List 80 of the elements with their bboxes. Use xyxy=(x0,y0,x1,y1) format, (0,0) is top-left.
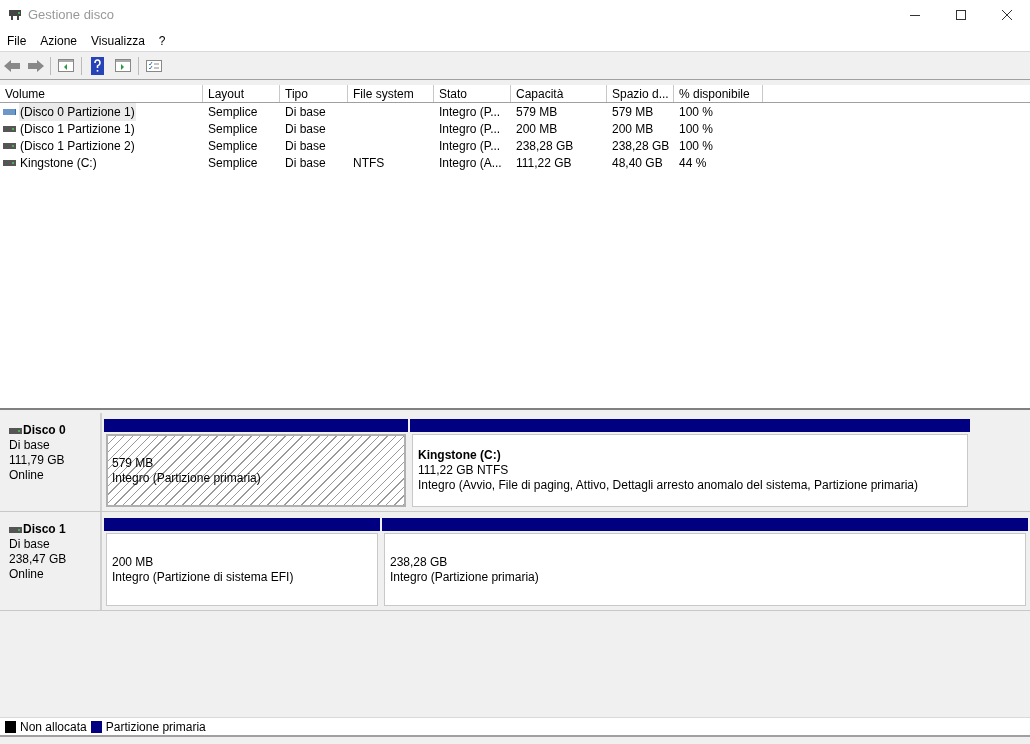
table-cell-text: 238,28 GB xyxy=(612,137,670,155)
partition-block[interactable]: 200 MB Integro (Partizione di sistema EFI) xyxy=(104,518,380,608)
partition-block[interactable]: Kingstone (C:) 111,22 GB NTFS Integro (Avvio, File di paging, Attivo, Dettagli arresto anomalo del sistema, Partizione primaria) xyxy=(410,419,970,509)
table-cell-text: Di base xyxy=(285,103,326,121)
disk-name: Disco 1 xyxy=(23,522,66,537)
column-header[interactable]: Tipo xyxy=(280,85,348,102)
checklist-icon xyxy=(146,59,162,72)
drive-icon xyxy=(3,107,16,116)
column-header[interactable]: % disponibile xyxy=(674,85,763,102)
partition-info: Integro (Partizione di sistema EFI) xyxy=(112,569,294,585)
table-cell-text: 200 MB xyxy=(516,120,558,138)
table-cell-text: Integro (P... xyxy=(439,103,501,121)
disk-status: Online xyxy=(9,468,45,483)
drive-icon xyxy=(3,141,16,150)
disk-status: Online xyxy=(9,567,45,582)
help-icon xyxy=(90,56,104,75)
partition-info: 200 MB xyxy=(112,554,154,570)
partition-info: 579 MB xyxy=(112,455,154,471)
table-cell-text: 200 MB xyxy=(612,120,654,138)
volume-name[interactable]: Kingstone (C:) xyxy=(19,153,98,172)
table-cell-text: Semplice xyxy=(208,103,258,121)
disk-management-icon xyxy=(8,8,22,22)
panel-icon xyxy=(58,59,74,72)
column-header[interactable]: Spazio d... xyxy=(607,85,674,102)
disk-type: Di base xyxy=(9,537,51,552)
partition-block[interactable]: 579 MB Integro (Partizione primaria) xyxy=(104,419,408,509)
table-cell-text: 579 MB xyxy=(516,103,558,121)
table-cell-text: Integro (P... xyxy=(439,120,501,138)
table-cell-text: 111,22 GB xyxy=(516,154,572,172)
column-header[interactable]: Volume xyxy=(0,85,203,102)
partition-title: Kingstone (C:) xyxy=(418,448,502,463)
table-cell-text: Di base xyxy=(285,137,326,155)
maximize-icon xyxy=(956,10,966,20)
minimize-icon xyxy=(910,14,920,16)
table-cell-text: 579 MB xyxy=(612,103,654,121)
column-header[interactable]: File system xyxy=(348,85,434,102)
partition-block[interactable]: 238,28 GB Integro (Partizione primaria) xyxy=(382,518,1028,608)
volume-name[interactable]: (Disco 1 Partizione 1) xyxy=(19,119,136,138)
column-header[interactable]: Capacità xyxy=(511,85,607,102)
partition-info: Integro (Partizione primaria) xyxy=(112,470,261,486)
table-cell-text: NTFS xyxy=(353,154,385,172)
table-cell-text: 100 % xyxy=(679,120,714,138)
disk-type: Di base xyxy=(9,438,51,453)
partition-info: Integro (Partizione primaria) xyxy=(390,569,539,585)
close-icon xyxy=(1002,10,1012,20)
column-header[interactable]: Layout xyxy=(203,85,280,102)
table-cell-text: Di base xyxy=(285,120,326,138)
table-cell-text: Semplice xyxy=(208,154,258,172)
drive-icon xyxy=(3,158,16,167)
menu-item[interactable]: Visualizza xyxy=(84,30,152,51)
table-cell-text: 44 % xyxy=(679,154,707,172)
table-cell-text: Integro (A... xyxy=(439,154,502,172)
table-cell-text: 48,40 GB xyxy=(612,154,663,172)
partition-info: Integro (Avvio, File di paging, Attivo, Dettagli arresto anomalo del sistema, Partizione primaria) xyxy=(418,478,918,493)
window-title: Gestione disco xyxy=(28,6,114,25)
volume-name[interactable]: (Disco 1 Partizione 2) xyxy=(19,136,136,155)
forward-arrow-icon xyxy=(28,59,44,72)
table-cell-text: 238,28 GB xyxy=(516,137,574,155)
column-header[interactable]: Stato xyxy=(434,85,511,102)
back-arrow-icon xyxy=(4,59,20,72)
table-cell-text: Semplice xyxy=(208,137,258,155)
legend-label: Partizione primaria xyxy=(105,718,206,736)
drive-icon xyxy=(3,124,16,133)
partition-info: 111,22 GB NTFS xyxy=(418,463,509,478)
menu-item[interactable]: File xyxy=(0,30,34,51)
menu-item[interactable]: ? xyxy=(151,30,173,51)
legend-label: Non allocata xyxy=(20,718,87,736)
table-cell-text: 100 % xyxy=(679,137,714,155)
table-cell-text: 100 % xyxy=(679,103,714,121)
table-cell-text: Integro (P... xyxy=(439,137,501,155)
menu-item[interactable]: Azione xyxy=(33,30,85,51)
panel-icon xyxy=(115,59,131,72)
disk-size: 111,79 GB xyxy=(9,453,66,468)
table-cell-text: Di base xyxy=(285,154,326,172)
disk-name: Disco 0 xyxy=(23,423,66,438)
table-cell-text: Semplice xyxy=(208,120,258,138)
partition-info: 238,28 GB xyxy=(390,554,448,570)
drive-icon xyxy=(9,525,22,534)
disk-size: 238,47 GB xyxy=(9,552,68,567)
drive-icon xyxy=(9,426,22,435)
